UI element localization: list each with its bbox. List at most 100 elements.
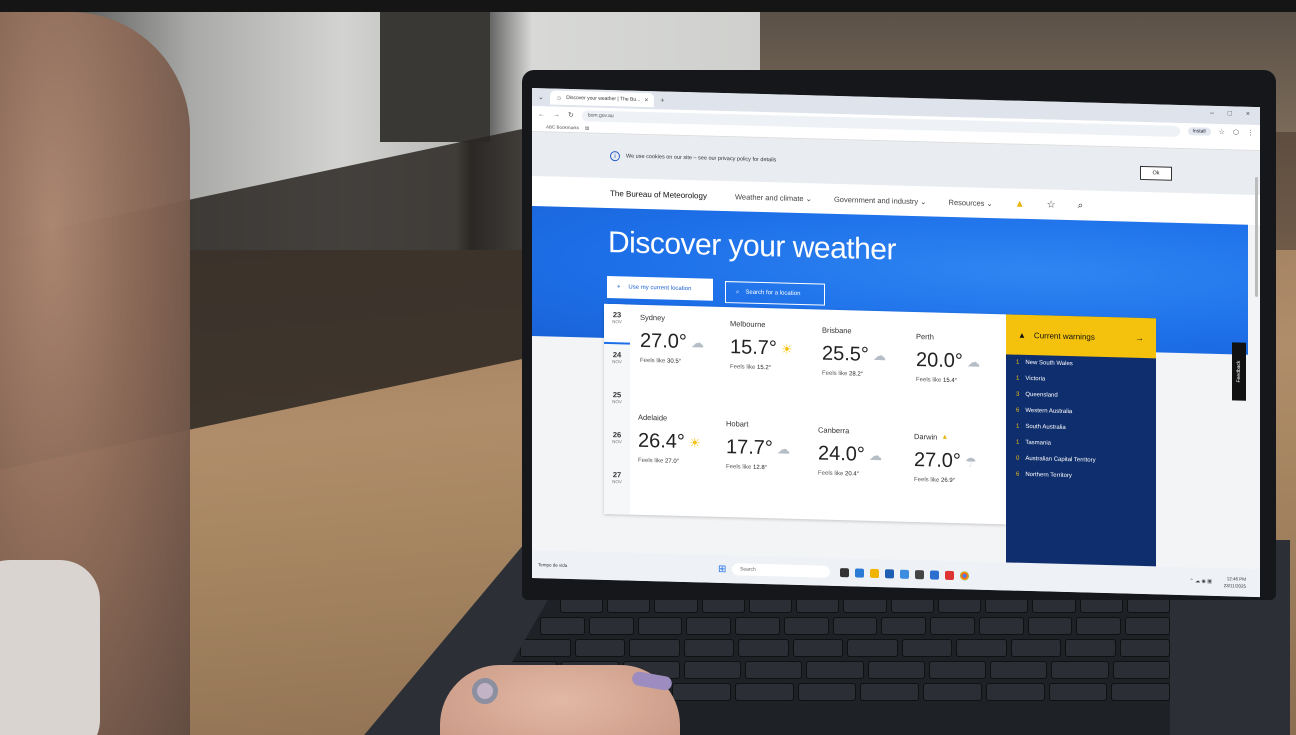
taskbar-search-label: Search (740, 566, 756, 573)
warning-icon[interactable]: ▲ (1015, 198, 1025, 209)
city-card-perth[interactable]: Perth 20.0° ☁ Feels like 15.4° (916, 332, 1006, 385)
bookmark-item[interactable]: ABC Bookmarks (546, 124, 579, 130)
date-tab[interactable]: 25 NOV (604, 384, 630, 425)
warning-icon: ▲ (1018, 330, 1026, 340)
acrobat-icon[interactable] (945, 570, 954, 580)
city-name: Perth (916, 332, 934, 342)
warning-row[interactable]: 6 Northern Territory (1006, 466, 1156, 486)
forward-icon[interactable]: → (553, 111, 560, 118)
ring (472, 678, 498, 704)
mail-icon[interactable] (900, 569, 909, 579)
location-pin-icon: ⌖ (617, 283, 621, 290)
site-brand[interactable]: The Bureau of Meteorology (610, 189, 707, 201)
feedback-tab[interactable]: Feedback (1232, 342, 1246, 401)
shoulder-blur (0, 560, 100, 735)
scrollbar[interactable] (1255, 176, 1258, 298)
city-card-melbourne[interactable]: Melbourne 15.7° ☀ Feels like 15.2° (730, 319, 820, 372)
date-tab[interactable]: 24 NOV (604, 344, 630, 385)
date-tab[interactable]: 27 NOV (604, 464, 630, 505)
info-icon: i (610, 151, 620, 162)
key-row (470, 617, 1170, 635)
forecast-panel: 23 NOV 24 NOV 25 NOV 26 NOV 27 NOV Sydney 27.… (604, 303, 1006, 525)
menu-icon[interactable]: ⋮ (1247, 129, 1254, 137)
favourites-star-icon[interactable]: ☆ (1047, 199, 1056, 210)
city-temp: 15.7° (730, 336, 777, 360)
search-location-label: Search for a location (745, 289, 801, 298)
install-button[interactable]: Install (1187, 127, 1211, 136)
chrome-icon[interactable] (960, 570, 969, 580)
city-temp: 25.5° (822, 342, 869, 366)
outlook-icon[interactable] (930, 569, 939, 580)
city-name: Canberra (818, 425, 850, 436)
browser-tab[interactable]: ☼ Discover your weather | The Bu... × (549, 90, 655, 108)
nav-government-and-industry[interactable]: Government and industry ⌄ (834, 194, 927, 205)
bookmark-folder-icon[interactable]: ▤ (585, 125, 589, 131)
feels-like-value: 15.4° (943, 377, 958, 385)
taskbar-clock[interactable]: 12:46 PM 23/11/2025 (1224, 575, 1246, 590)
file-explorer-icon[interactable] (870, 568, 879, 578)
close-icon[interactable]: × (644, 96, 648, 103)
minimize-icon[interactable]: – (1210, 110, 1214, 117)
search-icon: ⌕ (736, 288, 740, 295)
app-icon[interactable] (915, 569, 924, 579)
feels-like-value: 27.0° (665, 458, 680, 465)
address-text: bom.gov.au (587, 112, 614, 120)
hero-title: Discover your weather (608, 225, 896, 267)
cookie-ok-button[interactable]: Ok (1140, 165, 1172, 181)
nav-resources[interactable]: Resources ⌄ (949, 197, 993, 207)
site-favicon-icon: ☼ (555, 94, 563, 102)
city-card-hobart[interactable]: Hobart 17.7° ☁ Feels like 12.8° (726, 419, 816, 472)
reload-icon[interactable]: ↻ (568, 111, 574, 119)
city-temp: 17.7° (726, 436, 773, 460)
taskbar-search[interactable]: Search (732, 563, 830, 578)
extensions-icon[interactable]: ⬡ (1233, 128, 1239, 136)
new-tab-icon[interactable]: + (660, 97, 664, 104)
city-temp: 26.4° (638, 429, 685, 454)
photo-scene: ⌄ ☼ Discover your weather | The Bu... × … (0, 0, 1296, 735)
maximize-icon[interactable]: □ (1228, 110, 1232, 117)
use-current-location-button[interactable]: ⌖ Use my current location (607, 275, 713, 301)
current-warnings-header[interactable]: ▲ Current warnings → (1006, 314, 1156, 359)
feels-like-value: 12.8° (753, 464, 768, 472)
partly-cloudy-icon: ☁ (690, 334, 704, 351)
nav-weather-and-climate[interactable]: Weather and climate ⌄ (735, 192, 812, 203)
city-card-sydney[interactable]: Sydney 27.0° ☁ Feels like 30.5° (640, 313, 730, 366)
city-card-canberra[interactable]: Canberra 24.0° ☁ Feels like 20.4° (818, 425, 908, 478)
city-card-adelaide[interactable]: Adelaide 26.4° ☀ Feels like 27.0° (638, 413, 728, 466)
city-temp: 20.0° (916, 349, 963, 373)
tab-title: Discover your weather | The Bu... (566, 94, 641, 103)
window-close-icon[interactable]: × (1246, 111, 1250, 118)
system-tray-icon[interactable]: ⌃ ☁ ◉ ▣ (1190, 578, 1212, 585)
partly-cloudy-icon: ☁ (872, 347, 886, 363)
back-icon[interactable]: ← (538, 111, 545, 118)
windows-start-icon[interactable]: ⊞ (718, 563, 726, 574)
sun-icon: ☀ (688, 434, 701, 450)
feels-like-value: 30.5° (667, 358, 682, 365)
top-black-bar (0, 0, 1296, 12)
current-warnings-title: Current warnings (1033, 330, 1095, 342)
tab-search-icon[interactable]: ⌄ (538, 93, 544, 101)
warning-icon: ▲ (941, 433, 949, 441)
city-name: Brisbane (822, 325, 852, 336)
date-tab[interactable]: 23 NOV (604, 303, 630, 345)
task-view-icon[interactable] (840, 567, 849, 577)
city-card-darwin[interactable]: Darwin ▲ 27.0° ☂ Feels like 26.9° (914, 432, 1004, 485)
city-card-brisbane[interactable]: Brisbane 25.5° ☁ Feels like 28.2° (822, 326, 912, 379)
city-temp: 27.0° (914, 449, 961, 473)
bookmark-star-icon[interactable]: ☆ (1219, 128, 1225, 136)
edge-icon[interactable] (855, 567, 864, 578)
search-icon[interactable]: ⌕ (1078, 200, 1084, 211)
window-frame (380, 12, 490, 142)
city-name: Darwin (914, 432, 938, 442)
search-location-button[interactable]: ⌕ Search for a location (725, 281, 825, 306)
arrow-right-icon: → (1135, 332, 1144, 344)
date-tab[interactable]: 26 NOV (604, 424, 630, 465)
laptop-screen: ⌄ ☼ Discover your weather | The Bu... × … (532, 88, 1260, 598)
use-current-location-label: Use my current location (628, 284, 692, 293)
current-warnings-panel: ▲ Current warnings → 1 New South Wales 1V… (1006, 314, 1156, 589)
store-icon[interactable] (885, 568, 894, 578)
partly-cloudy-icon: ☁ (966, 353, 980, 370)
taskbar-weather-widget[interactable]: Tempo de vida (538, 562, 567, 568)
city-temp: 27.0° (640, 329, 687, 354)
partly-cloudy-icon: ☁ (776, 440, 790, 457)
